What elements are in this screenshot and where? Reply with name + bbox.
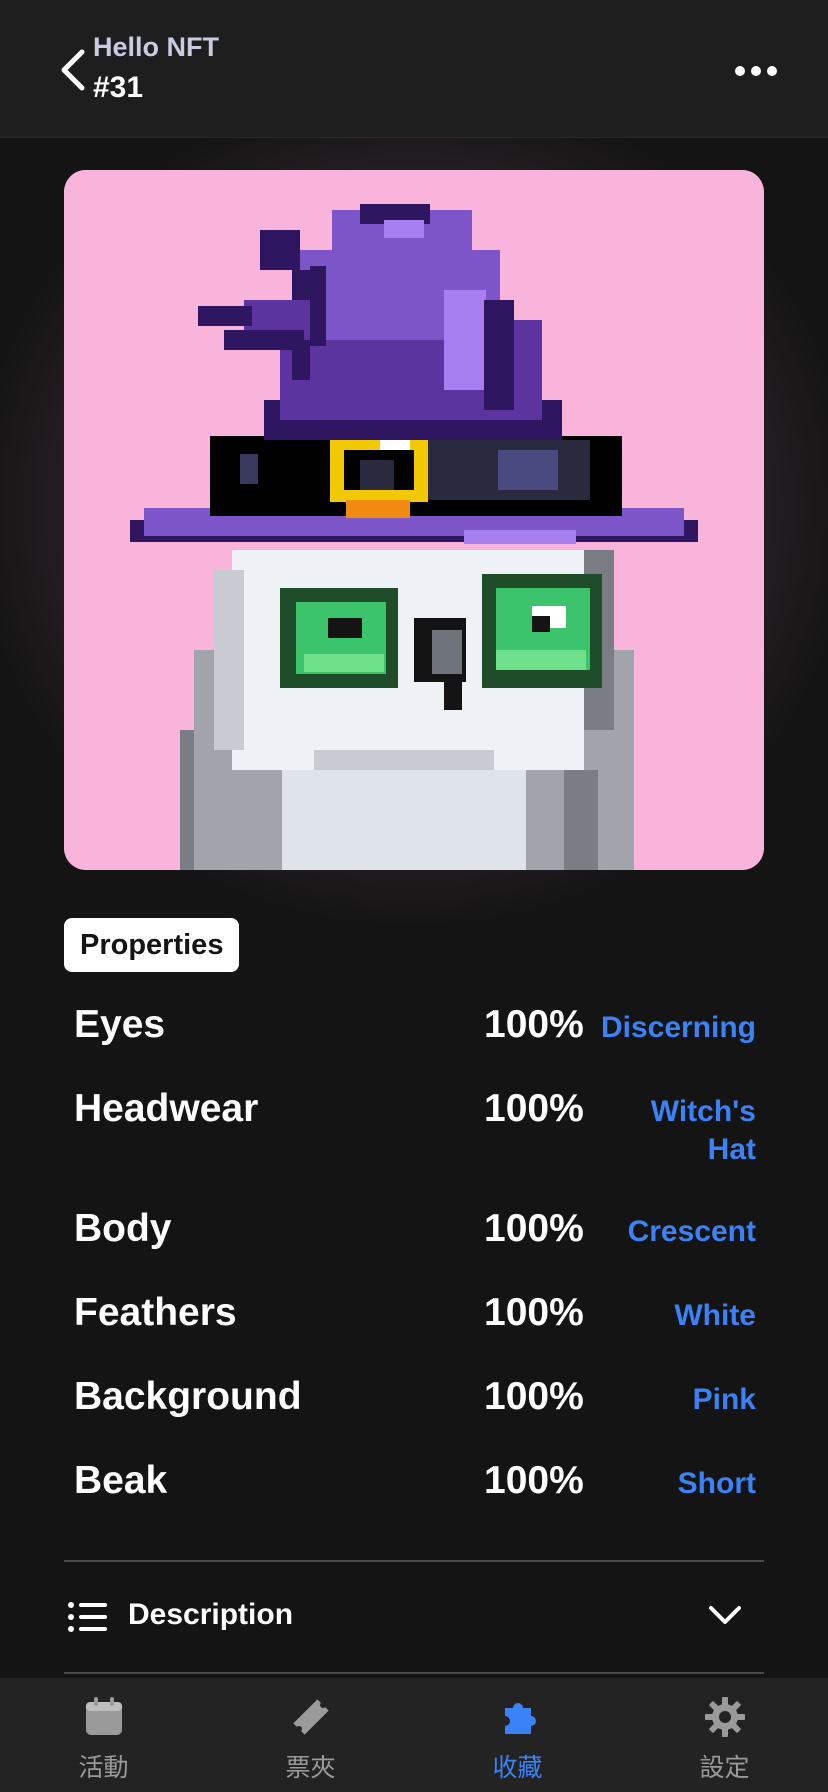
ellipsis-icon[interactable]: [733, 56, 779, 86]
property-value[interactable]: Crescent: [576, 1213, 756, 1251]
property-name: Headwear: [74, 1087, 259, 1130]
description-label: Description: [128, 1598, 294, 1631]
top-bar: Hello NFT #31: [0, 0, 828, 138]
property-name: Background: [74, 1375, 302, 1418]
owl-pixel-art: [64, 170, 764, 870]
tab-tickets[interactable]: 票夾: [207, 1678, 414, 1792]
tab-settings[interactable]: 設定: [621, 1678, 828, 1792]
property-value[interactable]: Pink: [576, 1381, 756, 1419]
property-row-beak: Beak 100% Short: [64, 1451, 764, 1535]
page-title-group: Hello NFT #31: [93, 30, 219, 108]
tab-label: 設定: [699, 1754, 750, 1782]
gear-icon: [705, 1697, 745, 1737]
property-value[interactable]: White: [576, 1297, 756, 1335]
chevron-down-icon: [709, 1606, 741, 1624]
tab-label: 票夾: [285, 1754, 336, 1782]
property-percent: 100%: [484, 1207, 584, 1250]
property-percent: 100%: [484, 1291, 584, 1334]
bottom-tab-bar: 活動 票夾 收藏 設定: [0, 1678, 828, 1792]
property-name: Eyes: [74, 1003, 166, 1046]
tab-activities[interactable]: 活動: [0, 1678, 207, 1792]
description-accordion[interactable]: Description: [64, 1560, 764, 1674]
collection-title: Hello NFT: [93, 32, 219, 62]
property-name: Feathers: [74, 1291, 237, 1334]
property-row-feathers: Feathers 100% White: [64, 1283, 764, 1367]
token-number: #31: [93, 71, 144, 104]
property-row-body: Body 100% Crescent: [64, 1199, 764, 1283]
properties-list: Eyes 100% Discerning Headwear 100% Witch…: [64, 995, 764, 1535]
property-value[interactable]: Discerning: [576, 1009, 756, 1047]
tab-collection[interactable]: 收藏: [414, 1678, 621, 1792]
property-percent: 100%: [484, 1375, 584, 1418]
chevron-left-icon[interactable]: [56, 46, 88, 94]
property-row-eyes: Eyes 100% Discerning: [64, 995, 764, 1079]
properties-badge: Properties: [64, 918, 240, 972]
property-percent: 100%: [484, 1087, 584, 1130]
property-row-headwear: Headwear 100% Witch's Hat: [64, 1079, 764, 1199]
nft-image: [64, 170, 764, 870]
property-value[interactable]: Witch's Hat: [626, 1093, 756, 1169]
calendar-icon: [86, 1697, 122, 1735]
property-percent: 100%: [484, 1459, 584, 1502]
ticket-icon: [293, 1699, 329, 1735]
property-name: Body: [74, 1207, 172, 1250]
property-value[interactable]: Short: [576, 1465, 756, 1503]
property-percent: 100%: [484, 1003, 584, 1046]
tab-label: 收藏: [492, 1754, 543, 1782]
puzzle-icon: [505, 1703, 536, 1734]
property-row-background: Background 100% Pink: [64, 1367, 764, 1451]
property-name: Beak: [74, 1459, 168, 1502]
tab-label: 活動: [78, 1754, 129, 1782]
list-icon: [68, 1602, 107, 1632]
